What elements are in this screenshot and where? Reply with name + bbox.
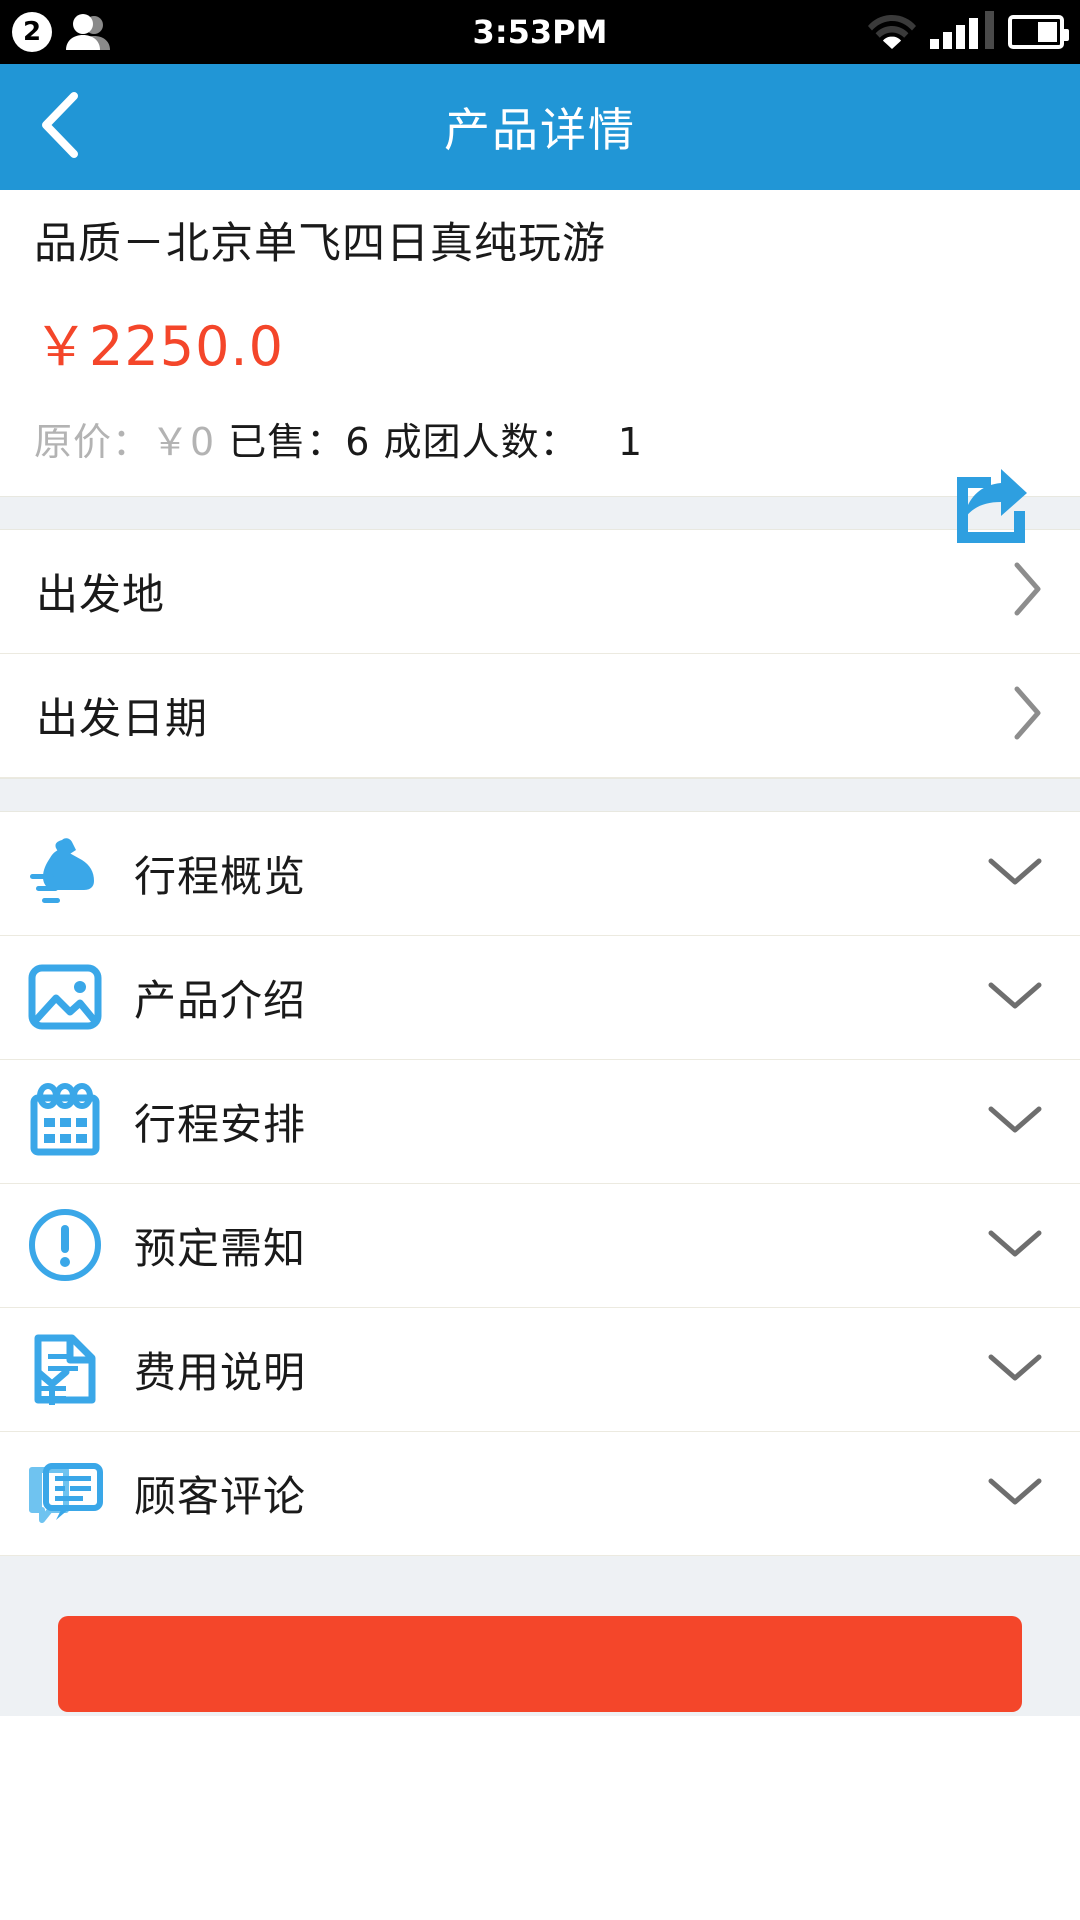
chevron-down-icon — [986, 1474, 1044, 1512]
phone-screen: 2 3:53PM 产品详情 品质－北京单飞四日真纯玩游 ￥2250.0 原价：￥… — [0, 0, 1080, 1920]
chevron-down-icon — [986, 978, 1044, 1016]
chevron-down-icon — [986, 1226, 1044, 1264]
exclamation-circle-icon — [22, 1202, 108, 1288]
footer-bar — [0, 1615, 1080, 1716]
chevron-right-icon — [1010, 684, 1044, 746]
yen-document-icon — [22, 1326, 108, 1412]
book-now-button[interactable] — [58, 1615, 1022, 1712]
product-meta-row: 原价：￥0 已售：6 成团人数： 1 — [34, 411, 1046, 466]
row-departure-date[interactable]: 出发日期 — [0, 653, 1080, 778]
product-price: ￥2250.0 — [34, 314, 284, 378]
product-summary: 品质－北京单飞四日真纯玩游 ￥2250.0 原价：￥0 已售：6 成团人数： 1 — [0, 190, 1080, 543]
group-size-label: 成团人数： — [383, 419, 579, 464]
accordion-label: 费用说明 — [134, 1347, 307, 1397]
status-bar: 2 3:53PM — [0, 0, 1080, 64]
accordion-row-product-intro[interactable]: 产品介绍 — [0, 935, 1080, 1060]
sold-count-label: 已售：6 — [228, 419, 371, 464]
chevron-right-icon — [1010, 560, 1044, 622]
accordion-row-itinerary-schedule[interactable]: 行程安排 — [0, 1059, 1080, 1184]
share-icon — [949, 467, 1035, 549]
image-icon — [22, 954, 108, 1040]
accordion-row-booking-notice[interactable]: 预定需知 — [0, 1183, 1080, 1308]
accordion-label: 预定需知 — [134, 1223, 307, 1273]
accordion-row-customer-reviews[interactable]: 顾客评论 — [0, 1431, 1080, 1556]
price-row: ￥2250.0 — [34, 302, 1046, 381]
row-departure-place[interactable]: 出发地 — [0, 529, 1080, 654]
battery-icon — [1008, 15, 1069, 49]
chevron-down-icon — [986, 1102, 1044, 1140]
original-price-label: 原价：￥0 — [34, 419, 216, 464]
comments-icon — [22, 1450, 108, 1536]
accordion-label: 行程安排 — [134, 1099, 307, 1149]
calendar-icon — [22, 1078, 108, 1164]
footer-spacer — [0, 1555, 1080, 1616]
status-bar-clock: 3:53PM — [472, 13, 608, 51]
accordion-label: 行程概览 — [134, 851, 307, 901]
accordion-row-fee-description[interactable]: 费用说明 — [0, 1307, 1080, 1432]
group-size-value: 1 — [617, 419, 644, 464]
row-label: 出发日期 — [36, 693, 209, 743]
chevron-down-icon — [986, 854, 1044, 892]
product-title: 品质－北京单飞四日真纯玩游 — [34, 219, 606, 269]
section-divider-2 — [0, 777, 1080, 812]
share-button[interactable] — [946, 462, 1038, 554]
accordion-row-itinerary-overview[interactable]: 行程概览 — [0, 811, 1080, 936]
accordion-label: 产品介绍 — [134, 975, 307, 1025]
shoe-icon — [22, 830, 108, 916]
row-label: 出发地 — [36, 569, 166, 619]
section-divider-1 — [0, 495, 1080, 530]
chevron-down-icon — [986, 1350, 1044, 1388]
accordion-label: 顾客评论 — [134, 1471, 307, 1521]
navigation-bar: 产品详情 — [0, 64, 1080, 190]
page-title: 产品详情 — [444, 103, 636, 157]
